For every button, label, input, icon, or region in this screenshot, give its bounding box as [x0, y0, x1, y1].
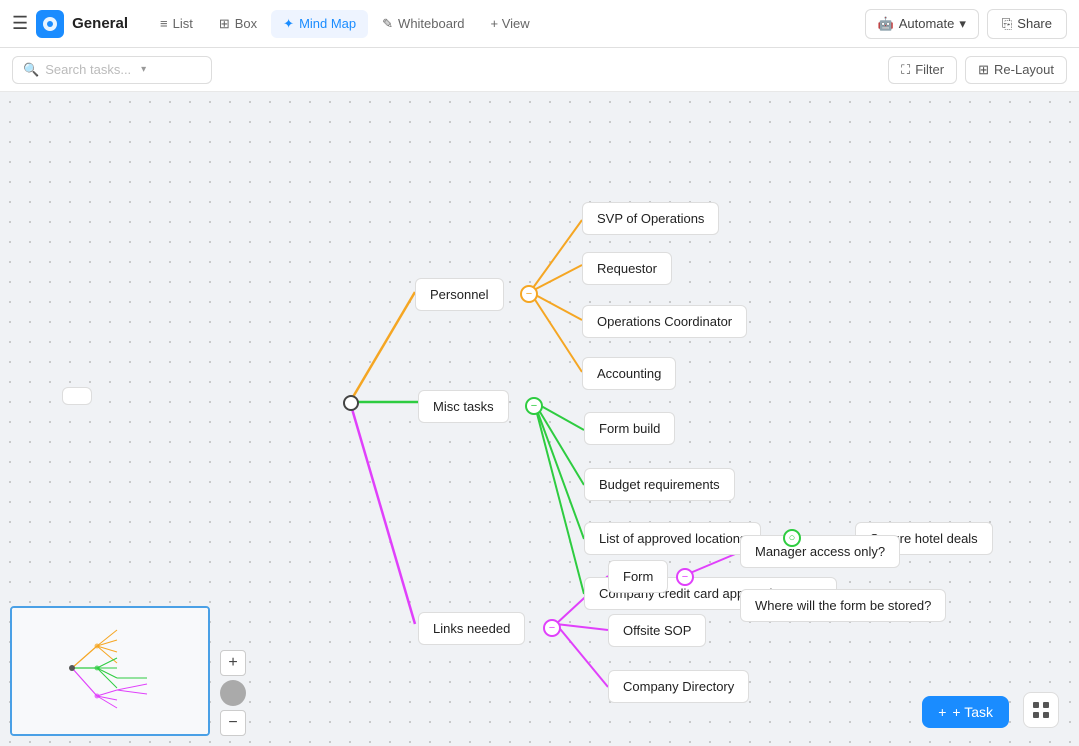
minimap: [10, 606, 210, 736]
minimap-svg: [12, 608, 208, 734]
manager-access-node[interactable]: Manager access only?: [740, 535, 900, 568]
search-icon: 🔍: [23, 62, 39, 78]
nav-right-actions: 🤖 Automate ▾ ⎘ Share: [865, 9, 1067, 39]
tab-whiteboard[interactable]: ✎ Whiteboard: [370, 10, 476, 38]
app-logo: [36, 10, 64, 38]
form-collapse-circle[interactable]: −: [676, 568, 694, 586]
search-chevron-icon: ▾: [141, 64, 146, 75]
automate-button[interactable]: 🤖 Automate ▾: [865, 9, 979, 39]
app-title: General: [72, 15, 128, 32]
automate-chevron-icon: ▾: [959, 16, 966, 32]
links-needed-collapse-circle[interactable]: −: [543, 619, 561, 637]
personnel-collapse-circle[interactable]: −: [520, 285, 538, 303]
tab-list[interactable]: ≡ List: [148, 10, 205, 37]
tab-box[interactable]: ⊞ Box: [207, 10, 269, 38]
zoom-out-button[interactable]: −: [220, 710, 246, 736]
requestor-node[interactable]: Requestor: [582, 252, 672, 285]
misc-tasks-node[interactable]: Misc tasks: [418, 390, 509, 423]
tab-add-view[interactable]: + View: [479, 10, 542, 37]
toolbar: 🔍 Search tasks... ▾ ⛶ Filter ⊞ Re-Layout: [0, 48, 1079, 92]
filter-icon: ⛶: [901, 62, 910, 78]
relayout-button[interactable]: ⊞ Re-Layout: [965, 56, 1067, 84]
company-dir-node[interactable]: Company Directory: [608, 670, 749, 703]
relayout-icon: ⊞: [978, 62, 989, 78]
budget-req-node[interactable]: Budget requirements: [584, 468, 735, 501]
share-button[interactable]: ⎘ Share: [987, 9, 1067, 39]
zoom-controls: + −: [220, 650, 246, 736]
share-icon: ⎘: [1002, 16, 1012, 32]
personnel-node[interactable]: Personnel: [415, 278, 504, 311]
form-build-node[interactable]: Form build: [584, 412, 675, 445]
root-node[interactable]: [62, 387, 92, 405]
nav-tabs: ≡ List ⊞ Box ✦ Mind Map ✎ Whiteboard + V…: [148, 10, 542, 38]
approved-locs-node[interactable]: List of approved locations: [584, 522, 761, 555]
root-circle: [343, 395, 359, 411]
search-box[interactable]: 🔍 Search tasks... ▾: [12, 56, 212, 84]
offsite-sop-node[interactable]: Offsite SOP: [608, 614, 706, 647]
add-task-button[interactable]: + + Task: [922, 696, 1009, 728]
misc-tasks-collapse-circle[interactable]: −: [525, 397, 543, 415]
approved-locs-expand-circle[interactable]: ○: [783, 529, 801, 547]
filter-button[interactable]: ⛶ Filter: [888, 56, 957, 84]
box-icon: ⊞: [219, 16, 230, 32]
svp-node[interactable]: SVP of Operations: [582, 202, 719, 235]
accounting-node[interactable]: Accounting: [582, 357, 676, 390]
ops-coordinator-node[interactable]: Operations Coordinator: [582, 305, 747, 338]
form-stored-node[interactable]: Where will the form be stored?: [740, 589, 946, 622]
grid-icon: [1032, 701, 1050, 719]
hamburger-icon[interactable]: ☰: [12, 13, 28, 34]
mindmap-canvas: Personnel − SVP of Operations Requestor …: [0, 92, 1079, 746]
list-icon: ≡: [160, 16, 168, 31]
zoom-in-button[interactable]: +: [220, 650, 246, 676]
zoom-handle: [220, 680, 246, 706]
form-node[interactable]: Form: [608, 560, 668, 593]
top-navigation: ☰ General ≡ List ⊞ Box ✦ Mind Map ✎ Whit…: [0, 0, 1079, 48]
automate-icon: 🤖: [878, 16, 894, 32]
whiteboard-icon: ✎: [382, 16, 393, 32]
tab-mindmap[interactable]: ✦ Mind Map: [271, 10, 368, 38]
grid-view-button[interactable]: [1023, 692, 1059, 728]
plus-icon: +: [938, 704, 946, 720]
mindmap-icon: ✦: [283, 16, 294, 32]
links-needed-node[interactable]: Links needed: [418, 612, 525, 645]
toolbar-right: ⛶ Filter ⊞ Re-Layout: [888, 56, 1067, 84]
